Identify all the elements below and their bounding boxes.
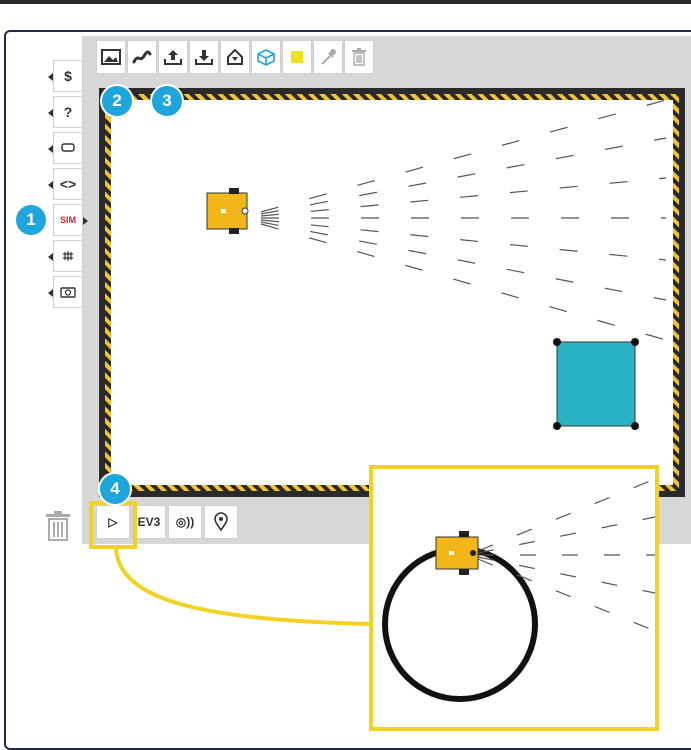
step-badge-4: 4	[100, 474, 130, 504]
inset-zoom-view	[369, 465, 659, 731]
inset-robot	[435, 531, 479, 575]
step-badge-1: 1	[16, 205, 46, 235]
step-badge-3: 3	[152, 86, 182, 116]
step-badge-2: 2	[102, 86, 132, 116]
inset-scene	[382, 478, 656, 702]
inset-ultrasonic-rays	[477, 478, 656, 632]
